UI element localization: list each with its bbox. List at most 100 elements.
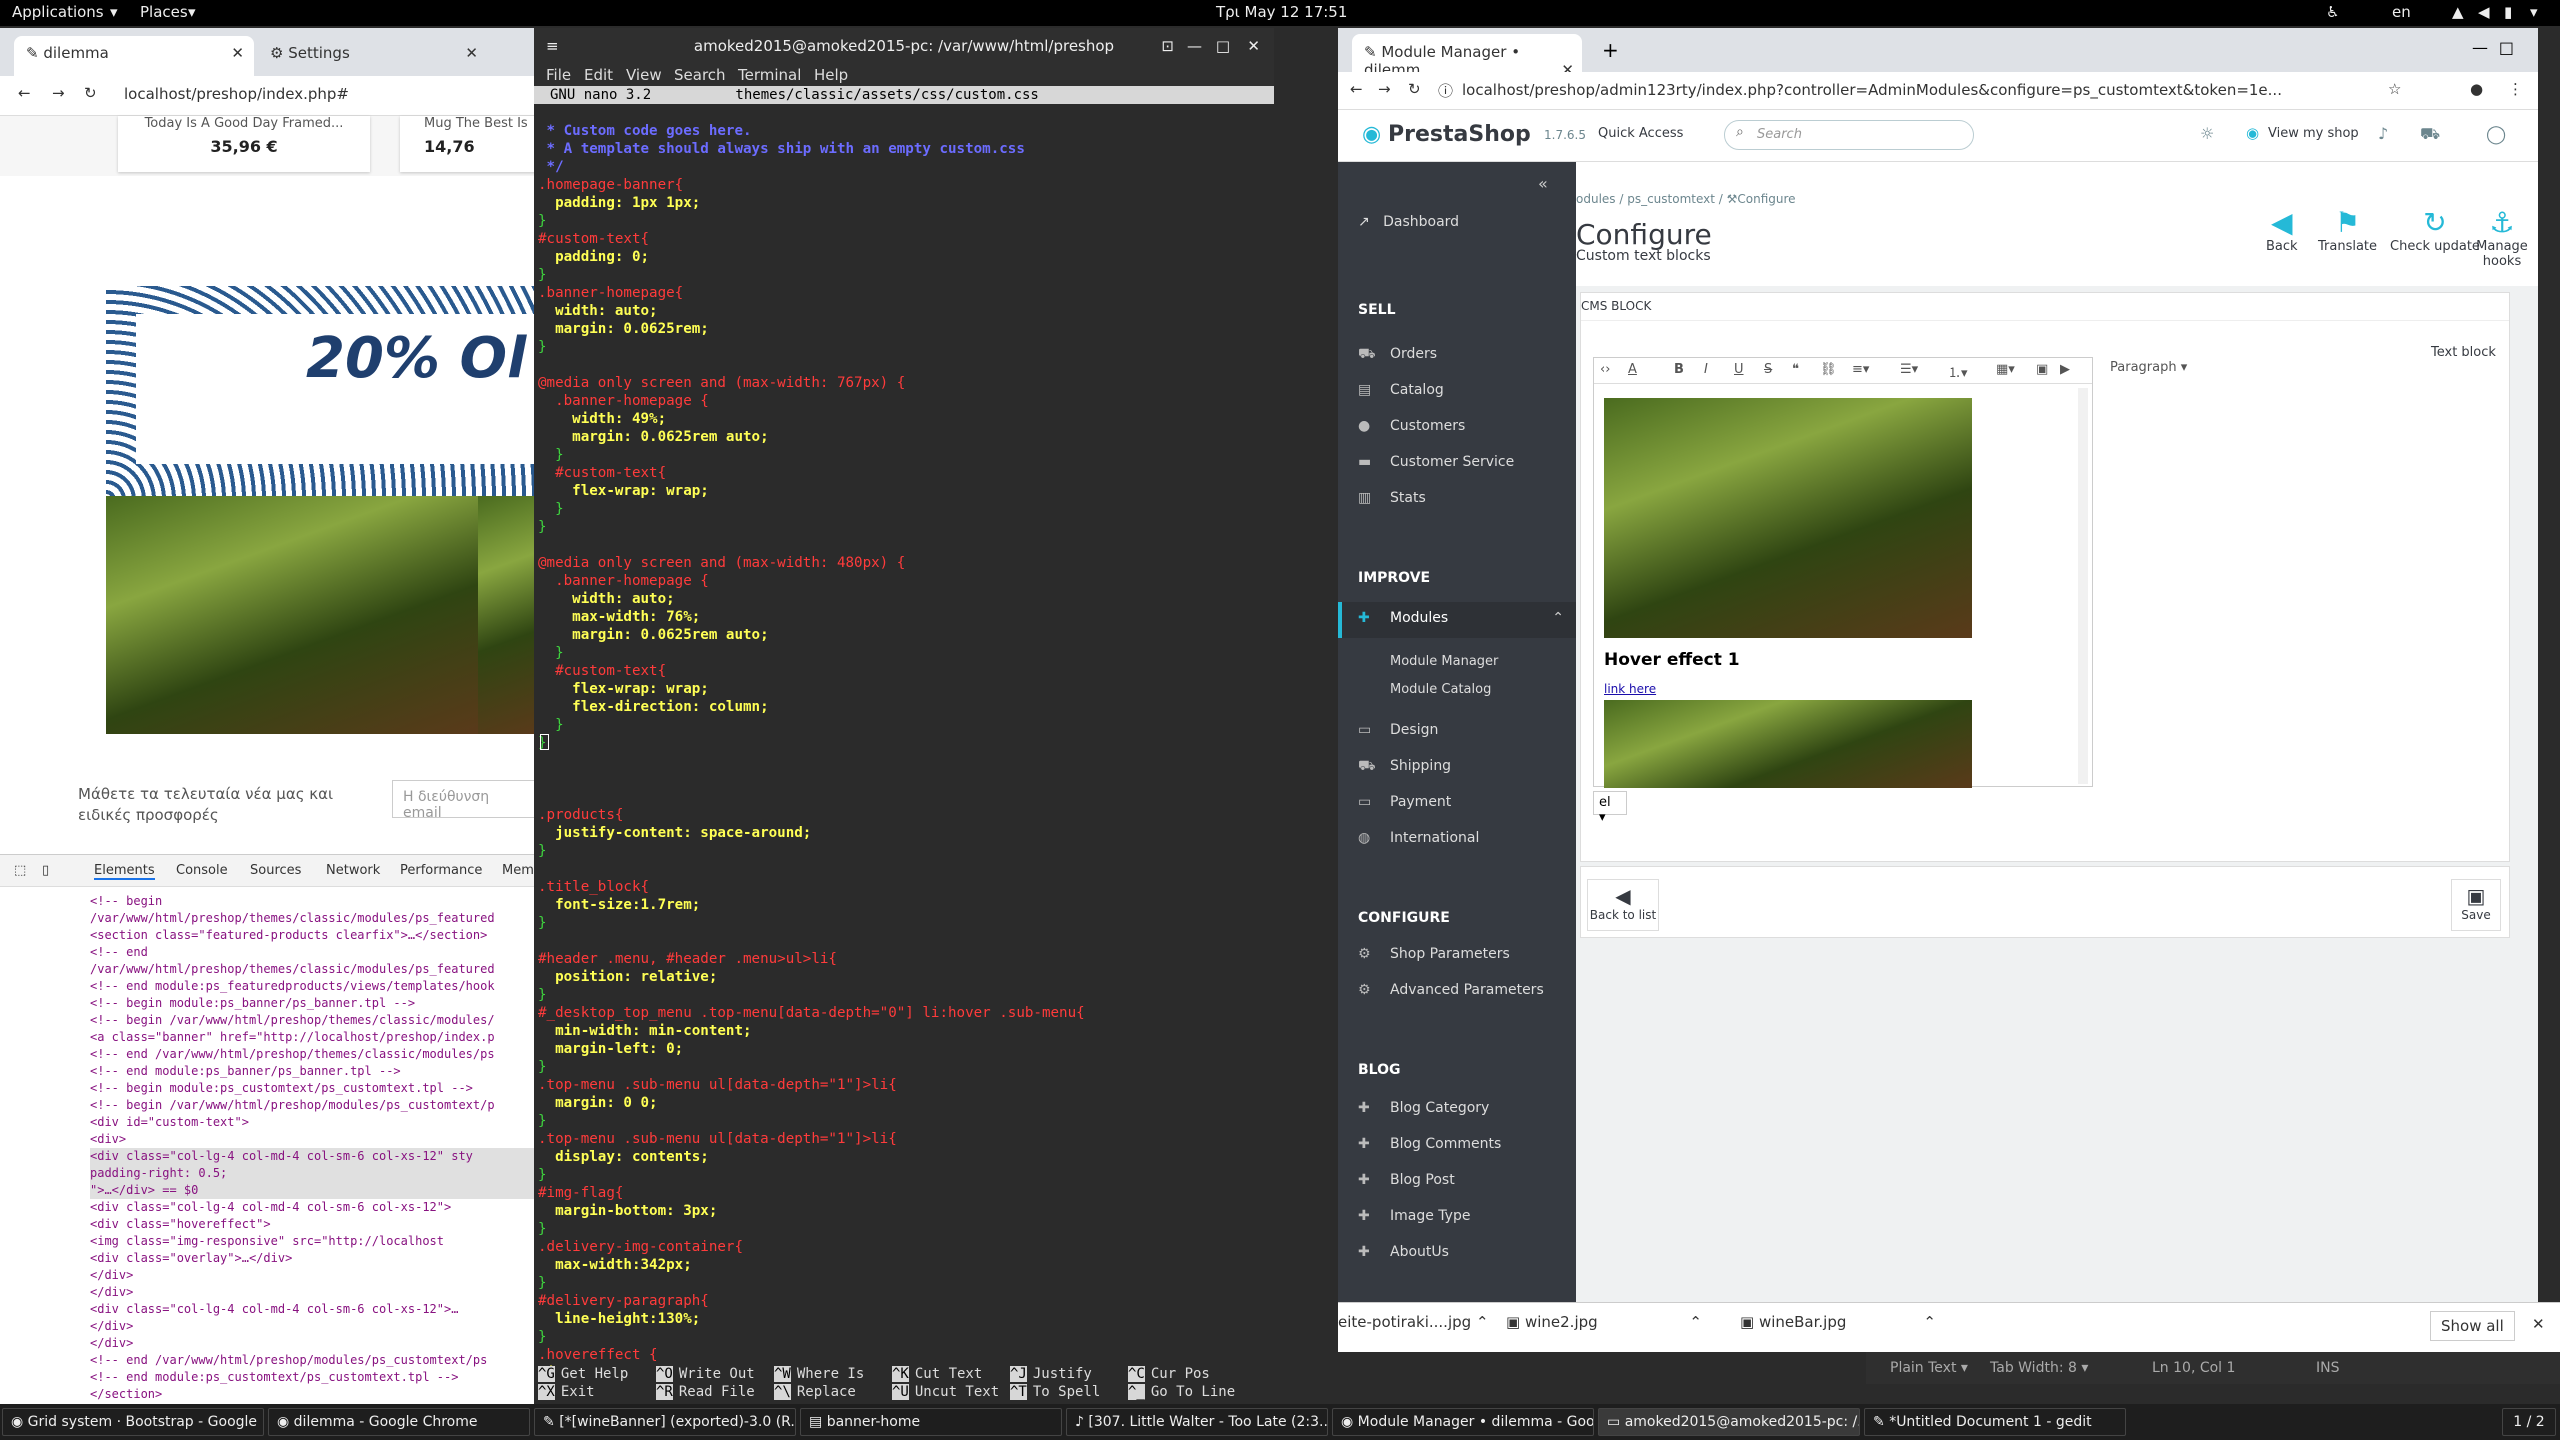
dom-node-line[interactable]: <div class="col-lg-4 col-md-4 col-sm-6 c… xyxy=(90,1301,540,1318)
task-bootstrap[interactable]: ◉ Grid system · Bootstrap - Google ... xyxy=(2,1408,264,1436)
dom-node-line[interactable]: /var/www/html/preshop/themes/classic/mod… xyxy=(90,910,540,927)
volume-icon[interactable]: ◀ xyxy=(2478,3,2490,21)
dom-node-line[interactable]: <div> xyxy=(90,1131,540,1148)
reload-icon[interactable]: ↻ xyxy=(84,84,97,102)
numbered-list-icon[interactable]: ⒈▾ xyxy=(1948,362,1968,381)
dom-node-line[interactable]: <!-- begin module:ps_customtext/ps_custo… xyxy=(90,1080,540,1097)
language-select[interactable]: el ▾ xyxy=(1593,791,1627,825)
bullet-list-icon[interactable]: ☰▾ xyxy=(1900,362,1918,377)
align-icon[interactable]: ≡▾ xyxy=(1852,362,1869,377)
tab-width-select[interactable]: Tab Width: 8 ▾ xyxy=(1990,1360,2088,1376)
dom-node-line[interactable]: <div class="col-lg-4 col-md-4 col-sm-6 c… xyxy=(90,1199,540,1216)
dom-node-line[interactable]: <!-- begin /var/www/html/preshop/modules… xyxy=(90,1097,540,1114)
download-item[interactable]: ▣ wine2.jpg ⌃ xyxy=(1506,1313,1702,1331)
product-card[interactable]: Today Is A Good Day Framed... 35,96 € xyxy=(118,116,370,172)
sidebar-item[interactable]: ⚙ Advanced Parameters xyxy=(1358,982,1544,1004)
task-dilemma[interactable]: ◉ dilemma - Google Chrome xyxy=(268,1408,530,1436)
link-here[interactable]: link here xyxy=(1604,682,1656,696)
menu-search[interactable]: Search xyxy=(674,66,726,84)
tab-settings[interactable]: ⚙ Settings ✕ xyxy=(258,36,488,76)
dom-node-line[interactable]: </div> xyxy=(90,1335,540,1352)
sidebar-item[interactable]: ⛟ Shipping xyxy=(1358,758,1451,780)
menu-file[interactable]: File xyxy=(546,66,571,84)
dom-node-line[interactable]: <div class="col-lg-4 col-md-4 col-sm-6 c… xyxy=(90,1148,540,1165)
tab-network[interactable]: Network xyxy=(326,863,380,878)
task-gimp[interactable]: ✎ [*[wineBanner] (exported)-3.0 (R... xyxy=(534,1408,796,1436)
url-field[interactable]: localhost/preshop/index.php# xyxy=(124,85,349,103)
download-item[interactable]: ▣ wineBar.jpg ⌃ xyxy=(1740,1313,1936,1331)
collapse-sidebar-icon[interactable]: « xyxy=(1538,174,1548,193)
strikethrough-icon[interactable]: S xyxy=(1764,362,1772,377)
product-card[interactable]: Mug The Best Is 14,76 xyxy=(400,116,540,172)
dom-node-line[interactable]: </section> xyxy=(90,1386,540,1403)
new-tab-icon[interactable]: + xyxy=(1602,38,1619,62)
sidebar-item[interactable]: ⚙ Shop Parameters xyxy=(1358,946,1510,968)
device-toggle-icon[interactable]: ▯ xyxy=(42,863,49,878)
dom-node-line[interactable]: <!-- end /var/www/html/preshop/modules/p… xyxy=(90,1352,540,1369)
dom-node-line[interactable]: <section class="featured-products clearf… xyxy=(90,927,540,944)
wifi-icon[interactable]: ▲ xyxy=(2452,3,2464,21)
dom-node-line[interactable]: <!-- begin module:ps_banner/ps_banner.tp… xyxy=(90,995,540,1012)
profile-icon[interactable]: ● xyxy=(2470,80,2483,98)
employee-avatar-icon[interactable]: ◯ xyxy=(2486,124,2506,145)
back-arrow-icon[interactable]: ← xyxy=(18,84,31,102)
link-icon[interactable]: ⛓ xyxy=(1820,362,1837,377)
sidebar-item[interactable]: ▭ Payment xyxy=(1358,794,1451,816)
language-mode-select[interactable]: Plain Text ▾ xyxy=(1890,1360,1968,1376)
tab-sources[interactable]: Sources xyxy=(250,863,301,878)
dom-node-line[interactable]: <!-- end /var/www/html/preshop/themes/cl… xyxy=(90,1046,540,1063)
terminal-menu-icon[interactable]: ≡ xyxy=(546,28,559,64)
back-button[interactable]: ◀ Back xyxy=(2266,206,2298,254)
chevron-up-icon[interactable]: ⌃ xyxy=(1689,1313,1702,1331)
minimize-icon[interactable]: — xyxy=(1187,28,1202,64)
sidebar-item-module-manager[interactable]: Module Manager xyxy=(1390,654,1498,676)
bookmark-star-icon[interactable]: ☆ xyxy=(2388,80,2401,98)
close-icon[interactable]: ✕ xyxy=(465,44,478,62)
admin-search-input[interactable]: Search xyxy=(1724,120,1974,150)
forward-arrow-icon[interactable]: → xyxy=(1378,80,1391,98)
dom-node-line[interactable]: <!-- begin /var/www/html/preshop/themes/… xyxy=(90,1012,540,1029)
battery-icon[interactable]: ▮ xyxy=(2504,3,2512,21)
underline-icon[interactable]: U xyxy=(1734,362,1744,377)
back-to-list-button[interactable]: ◀ Back to list xyxy=(1587,879,1659,931)
dom-node-line[interactable]: <!-- end xyxy=(90,944,540,961)
sidebar-item[interactable]: ▤ Catalog xyxy=(1358,382,1444,404)
dom-node-line[interactable]: </div> xyxy=(90,1267,540,1284)
sidebar-item-modules[interactable]: ✚ Modules ⌃ xyxy=(1338,602,1576,638)
manage-hooks-button[interactable]: ⚓ Manage hooks xyxy=(2466,206,2538,269)
promo-banner[interactable]: 20% Ol xyxy=(106,286,540,500)
dom-node-line[interactable]: <!-- end module:ps_banner/ps_banner.tpl … xyxy=(90,1063,540,1080)
reload-icon[interactable]: ↻ xyxy=(1408,80,1421,98)
media-icon[interactable]: ▶ xyxy=(2060,362,2070,377)
dom-node-line[interactable]: <div class="overlay">…</div> xyxy=(90,1250,540,1267)
blockquote-icon[interactable]: ❝ xyxy=(1792,362,1799,377)
close-icon[interactable]: ✕ xyxy=(231,44,244,62)
editor-scrollbar[interactable] xyxy=(2078,388,2088,784)
tab-dilemma[interactable]: ✎ dilemma ✕ xyxy=(14,36,254,76)
sidebar-item[interactable]: ▬ Customer Service xyxy=(1358,454,1514,476)
tab-performance[interactable]: Performance xyxy=(400,863,482,878)
accessibility-icon[interactable]: ♿ xyxy=(2326,3,2339,21)
maximize-icon[interactable]: □ xyxy=(1216,28,1230,64)
sidebar-item-dashboard[interactable]: ↗ Dashboard xyxy=(1358,214,1459,236)
dom-node-line[interactable]: <!-- end module:ps_customtext/ps_customt… xyxy=(90,1369,540,1386)
debug-icon[interactable]: ☼ xyxy=(2200,124,2214,143)
sidebar-item[interactable]: ✚ Blog Category xyxy=(1358,1100,1489,1122)
task-music[interactable]: ♪ [307. Little Walter - Too Late (2:3... xyxy=(1066,1408,1328,1436)
sidebar-item-module-catalog[interactable]: Module Catalog xyxy=(1390,682,1491,704)
minimize-icon[interactable]: — xyxy=(2472,38,2488,57)
url-field[interactable]: localhost/preshop/admin123rty/index.php?… xyxy=(1462,81,2292,99)
image-icon[interactable]: ▣ xyxy=(2036,362,2048,377)
view-my-shop-link[interactable]: View my shop xyxy=(2268,126,2359,141)
sidebar-item[interactable]: ▥ Stats xyxy=(1358,490,1426,512)
info-icon[interactable]: ⓘ xyxy=(1438,80,1453,101)
rich-text-editor[interactable]: ‹› A B I U S ❝ ⛓ ≡▾ ☰▾ ⒈▾ ▦▾ ▣ ▶ Paragra… xyxy=(1593,357,2187,788)
dom-tree[interactable]: <!-- begin/var/www/html/preshop/themes/c… xyxy=(0,887,540,1404)
menu-help[interactable]: Help xyxy=(814,66,848,84)
system-menu-arrow[interactable]: ▾ xyxy=(2530,3,2538,21)
nano-editor[interactable]: * Custom code goes here. * A template sh… xyxy=(534,104,1274,1381)
text-color-icon[interactable]: A xyxy=(1628,362,1637,377)
cursor-position[interactable]: Ln 10, Col 1 xyxy=(2152,1360,2235,1376)
dom-node-line[interactable]: </div> xyxy=(90,1284,540,1301)
close-icon[interactable]: ✕ xyxy=(1247,28,1260,64)
